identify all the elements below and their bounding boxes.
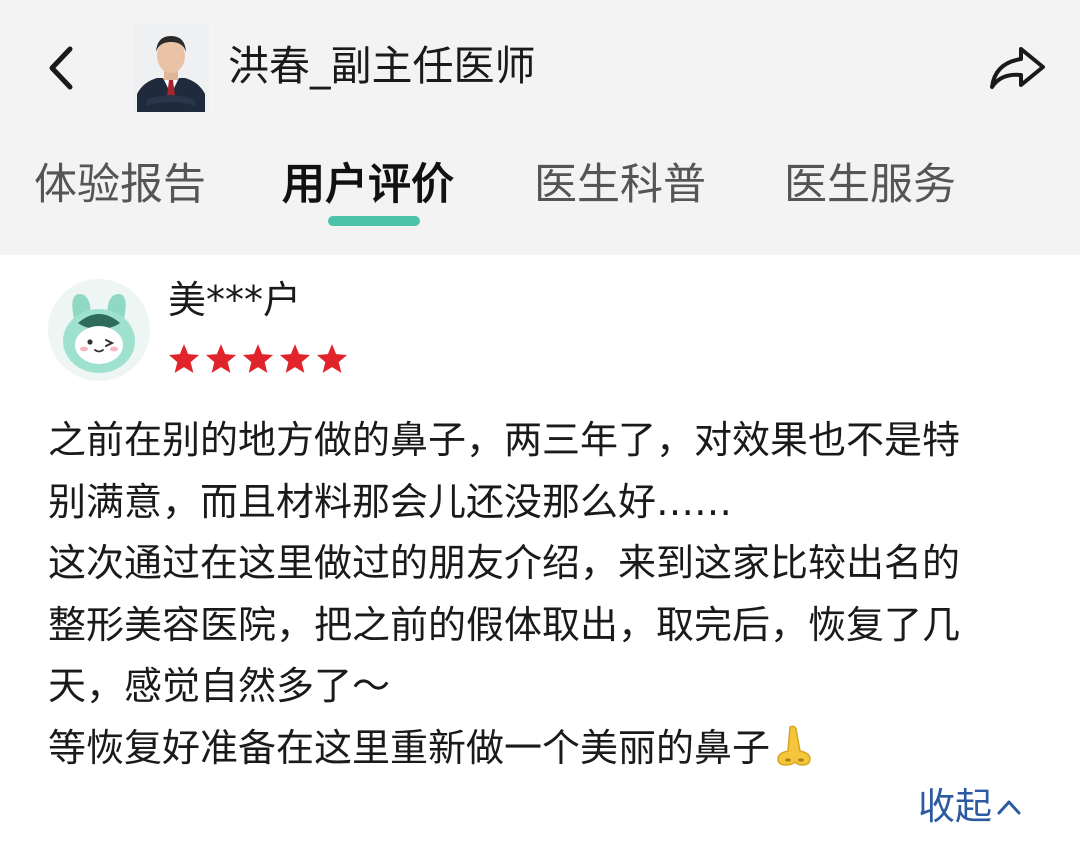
review-line: 整形美容医院，把之前的假体取出，取完后，恢复了几 [48,602,961,647]
review-line: 之前在别的地方做的鼻子，两三年了，对效果也不是特 [48,418,961,462]
doctor-avatar[interactable] [133,24,209,112]
collapse-button[interactable]: 收起 [918,782,1022,832]
star-icon [279,344,311,373]
review-line: 天，感觉自然多了～ [48,664,391,708]
chevron-up-icon [997,800,1021,815]
star-rating [166,342,351,376]
review-line-text: 等恢复好准备在这里重新做一个美丽的鼻子 [48,725,771,770]
active-tab-indicator [328,216,420,226]
review-line-last: 等恢复好准备在这里重新做一个美丽的鼻子 [48,718,1038,780]
star-icon [242,344,274,373]
star-icon [168,344,200,373]
nose-icon [777,725,811,766]
tab-user-reviews[interactable]: 用户评价 [282,150,454,220]
top-header: 洪春_副主任医师 体验报告 用户评价 医生科普 医生服务 [0,0,1080,255]
back-chevron-icon [49,46,73,90]
share-button[interactable] [982,38,1052,98]
review-line: 别满意，而且材料那会儿还没那么好…… [48,479,733,524]
tab-experience-report[interactable]: 体验报告 [34,150,206,220]
tab-doctor-science[interactable]: 医生科普 [534,150,706,220]
reviewer-avatar[interactable] [48,279,150,381]
back-button[interactable] [36,40,86,96]
reviewer-username: 美***户 [168,278,302,322]
review-line: 这次通过在这里做过的朋友介绍，来到这家比较出名的 [48,541,961,585]
doctor-name-title: 洪春_副主任医师 [228,42,536,90]
review-body: 之前在别的地方做的鼻子，两三年了，对效果也不是特 别满意，而且材料那会儿还没那么… [48,410,1038,779]
tab-doctor-services[interactable]: 医生服务 [784,150,956,220]
share-arrow-icon [990,47,1045,89]
collapse-label: 收起 [918,785,992,828]
tab-bar: 体验报告 用户评价 医生科普 医生服务 [0,150,1080,230]
star-icon [316,344,348,373]
star-icon [205,344,237,373]
